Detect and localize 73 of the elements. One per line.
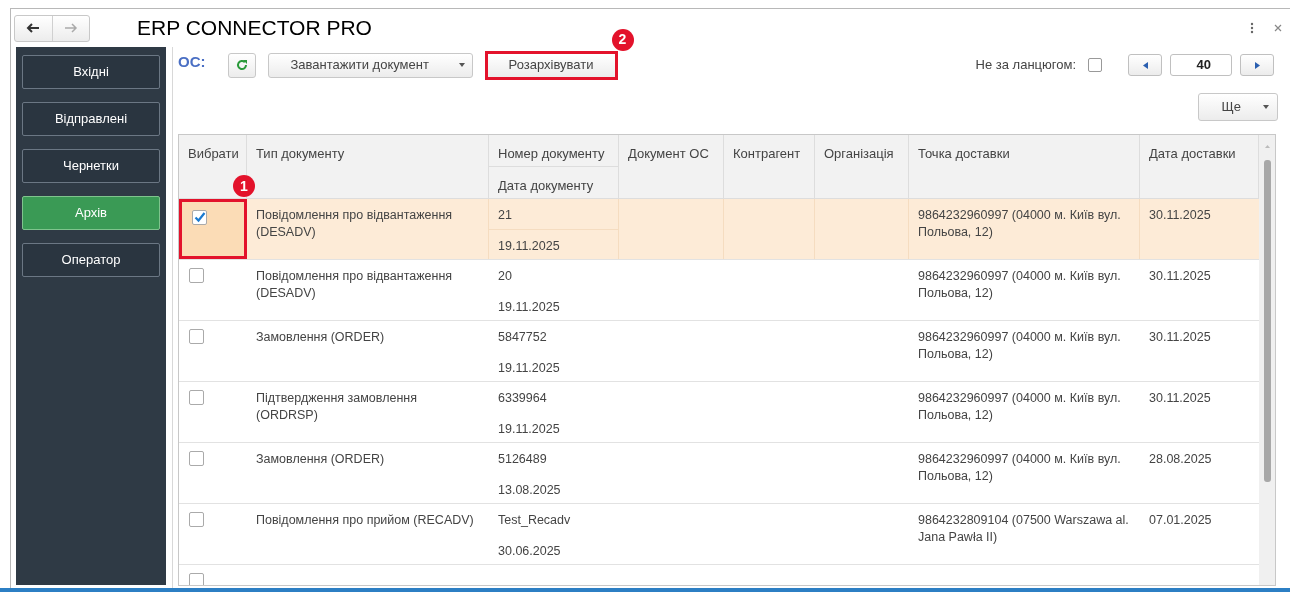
column-header[interactable]: Точка доставки bbox=[909, 135, 1140, 198]
sidebar-item[interactable]: Відправлені bbox=[22, 102, 160, 136]
column-header[interactable]: Документ ОС bbox=[619, 135, 724, 198]
close-icon[interactable] bbox=[1274, 24, 1282, 32]
row-checkbox[interactable] bbox=[189, 451, 204, 466]
scroll-up-icon[interactable] bbox=[1265, 145, 1270, 148]
delivery-date-text: 30.11.2025 bbox=[1149, 269, 1211, 283]
row-checkbox[interactable] bbox=[189, 390, 204, 405]
sidebar-item[interactable]: Вхідні bbox=[22, 55, 160, 89]
load-document-button[interactable]: Завантажити документ bbox=[267, 52, 473, 78]
column-header[interactable]: Організація bbox=[815, 135, 909, 198]
page-size-field[interactable]: 40 bbox=[1170, 54, 1232, 76]
sidebar-item[interactable]: Чернетки bbox=[22, 149, 160, 183]
refresh-icon bbox=[235, 59, 248, 71]
document-date-text: 19.11.2025 bbox=[498, 300, 560, 314]
delivery-date-text: 30.11.2025 bbox=[1149, 208, 1211, 222]
document-date-text: 19.11.2025 bbox=[498, 361, 560, 375]
sidebar-item[interactable]: Оператор bbox=[22, 243, 160, 277]
delivery-point-text: 9864232960997 (04000 м. Київ вул. Польова, 12) bbox=[918, 330, 1121, 361]
document-date-text: 19.11.2025 bbox=[498, 239, 560, 253]
back-arrow-icon bbox=[26, 23, 41, 33]
window-title: ERP CONNECTOR PRO bbox=[137, 15, 372, 42]
unarchive-button[interactable]: Розархівувати bbox=[484, 50, 618, 80]
more-options-icon[interactable] bbox=[1250, 22, 1254, 34]
delivery-date-text: 28.08.2025 bbox=[1149, 452, 1212, 466]
document-number-text: 5126489 bbox=[498, 452, 547, 466]
forward-arrow-icon bbox=[63, 23, 78, 33]
delivery-point-text: 9864232960997 (04000 м. Київ вул. Польова, 12) bbox=[918, 391, 1121, 422]
delivery-point-text: 9864232960997 (04000 м. Київ вул. Польова, 12) bbox=[918, 208, 1121, 239]
table-row[interactable]: Повідомлення про відвантаження (DESADV) 21 19.11.2025 9864232960997 (04000 м. Київ вул. Польова, 12) 30.11.2025 bbox=[179, 199, 1259, 260]
next-page-button[interactable] bbox=[1240, 54, 1274, 76]
document-number-text: 20 bbox=[498, 269, 512, 283]
document-date-text: 13.08.2025 bbox=[498, 483, 561, 497]
chain-checkbox[interactable] bbox=[1088, 58, 1102, 72]
document-number-text: 21 bbox=[498, 208, 512, 222]
delivery-date-text: 30.11.2025 bbox=[1149, 391, 1211, 405]
document-number-text: 6339964 bbox=[498, 391, 547, 405]
document-type-text: Замовлення (ORDER) bbox=[256, 330, 385, 344]
document-type-text: Підтвердження замовлення (ORDRSP) bbox=[256, 391, 417, 422]
column-header[interactable]: Номер документу bbox=[489, 135, 619, 167]
document-type-text: Повідомлення про відвантаження (DESADV) bbox=[256, 269, 453, 300]
sidebar-item[interactable]: Архів bbox=[22, 196, 160, 230]
row-checkbox[interactable] bbox=[189, 268, 204, 283]
delivery-date-text: 07.01.2025 bbox=[1149, 513, 1212, 527]
delivery-point-text: 9864232809104 (07500 Warszawa al. Jana Pawła II) bbox=[918, 513, 1129, 544]
previous-page-button[interactable] bbox=[1128, 54, 1162, 76]
scrollbar-thumb[interactable] bbox=[1264, 160, 1271, 482]
section-label: ОС: bbox=[178, 51, 206, 72]
filter-label: Не за ланцюгом: bbox=[975, 56, 1076, 75]
left-triangle-icon bbox=[1142, 61, 1148, 69]
row-checkbox[interactable] bbox=[192, 210, 207, 225]
dropdown-caret-icon bbox=[458, 63, 465, 67]
right-triangle-icon bbox=[1254, 61, 1260, 69]
column-header[interactable]: Контрагент bbox=[724, 135, 815, 198]
document-number-text: Test_Recadv bbox=[498, 513, 571, 527]
row-checkbox[interactable] bbox=[189, 573, 204, 585]
row-checkbox[interactable] bbox=[189, 329, 204, 344]
delivery-date-text: 30.11.2025 bbox=[1149, 330, 1211, 344]
callout-badge: 2 bbox=[611, 28, 634, 51]
document-type-text: Повідомлення про відвантаження (DESADV) bbox=[256, 208, 453, 239]
document-date-text: 19.11.2025 bbox=[498, 422, 560, 436]
document-date-text: 30.06.2025 bbox=[498, 544, 561, 558]
more-button[interactable]: Ще bbox=[1198, 93, 1278, 121]
document-number-text: 5847752 bbox=[498, 330, 547, 344]
refresh-button[interactable] bbox=[227, 52, 256, 78]
column-header[interactable]: Дата документу bbox=[489, 167, 619, 198]
dropdown-caret-icon bbox=[1263, 105, 1269, 109]
delivery-point-text: 9864232960997 (04000 м. Київ вул. Польова, 12) bbox=[918, 269, 1121, 300]
row-checkbox[interactable] bbox=[189, 512, 204, 527]
delivery-point-text: 9864232960997 (04000 м. Київ вул. Польова, 12) bbox=[918, 452, 1121, 483]
document-type-text: Повідомлення про прийом (RECADV) bbox=[256, 513, 474, 527]
document-type-text: Замовлення (ORDER) bbox=[256, 452, 385, 466]
scrollbar[interactable] bbox=[1259, 135, 1275, 585]
